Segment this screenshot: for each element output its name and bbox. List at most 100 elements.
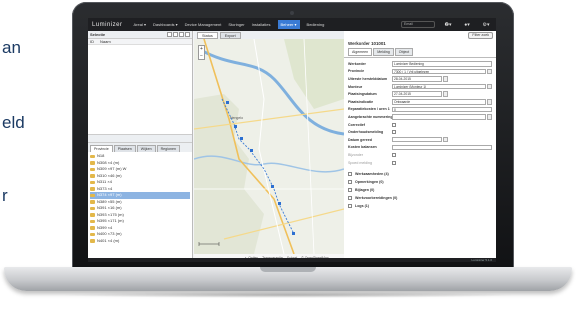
form-row: Monteur Luminizer (Monteur 1)	[348, 83, 492, 91]
column-id[interactable]: ID	[90, 39, 94, 44]
form-checkbox[interactable]	[392, 122, 396, 127]
folder-icon	[90, 180, 95, 184]
form-input[interactable]	[392, 136, 442, 143]
fieldset-label: Werkzaamheden (4)	[355, 172, 389, 177]
nav-areal[interactable]: Areal ▾	[134, 22, 146, 27]
form-input[interactable]: 7300 / 1 / Vrij uitgelezen	[392, 68, 486, 75]
form-input[interactable]: Ontwaarde	[392, 99, 486, 105]
map-marker[interactable]	[240, 137, 243, 140]
workorder-fieldsets: Werkzaamheden (4) Opmerkingen (0) Bijlagen…	[344, 168, 496, 212]
tool-button[interactable]	[179, 32, 184, 37]
form-label: Spoed melding	[348, 160, 372, 165]
laptop-screen: Luminizer Areal ▾ Dashboards ▾ Device Ma…	[88, 18, 496, 262]
region-tabs: Provincie Plaatsen Wijken Regionen	[88, 143, 192, 152]
form-label: Plaatsingsdatum	[348, 92, 377, 97]
map-marker[interactable]	[292, 232, 295, 235]
tab-algemeen[interactable]: Algemeen	[348, 48, 373, 56]
tab-wijken[interactable]: Wijken	[136, 145, 156, 152]
fieldset-toggle[interactable]: Logs (1)	[348, 202, 492, 210]
expand-checkbox[interactable]	[348, 196, 352, 201]
form-row: Plaatsindicatie Ontwaarde	[348, 98, 492, 106]
form-input[interactable]	[392, 144, 492, 151]
selection-pager	[88, 135, 192, 143]
form-label: Datum gereed	[348, 137, 372, 142]
tree-item[interactable]: N401 ×4 (m)	[90, 238, 190, 245]
calendar-icon[interactable]	[443, 76, 448, 82]
map-marker[interactable]	[278, 202, 281, 205]
form-input[interactable]: 27-04-2015	[392, 91, 442, 97]
tree-item-label: N401 ×4 (m)	[97, 237, 120, 243]
map-marker[interactable]	[250, 149, 253, 152]
nav-installaties[interactable]: Installaties	[252, 22, 271, 27]
workorder-tabs: Algemeen Melding Object	[344, 47, 496, 58]
expand-checkbox[interactable]	[348, 180, 352, 185]
tab-provincie[interactable]: Provincie	[90, 145, 113, 152]
calendar-icon[interactable]	[443, 91, 448, 97]
form-input[interactable]: 0	[392, 106, 492, 113]
map-marker[interactable]	[271, 185, 274, 188]
form-label: Monteur	[348, 84, 363, 89]
calendar-icon[interactable]	[443, 136, 448, 143]
expand-checkbox[interactable]	[348, 188, 352, 193]
tab-status[interactable]: Status	[197, 32, 218, 39]
tab-melding[interactable]: Melding	[373, 48, 394, 56]
expand-checkbox[interactable]	[348, 172, 352, 177]
nav-storingen[interactable]: Storinger	[228, 22, 244, 27]
workorder-title: Werkorder 101001	[348, 41, 386, 46]
zoom-in-button[interactable]: +	[199, 46, 204, 53]
settings-gear-icon[interactable]: ⚙▾	[480, 22, 492, 28]
form-checkbox[interactable]	[392, 160, 396, 165]
fieldset-toggle[interactable]: Opmerkingen (0)	[348, 178, 492, 186]
expand-checkbox[interactable]	[348, 204, 352, 209]
fieldset-label: Logs (1)	[355, 204, 369, 209]
folder-icon	[90, 200, 95, 204]
dropdown-icon[interactable]	[487, 114, 492, 120]
fieldset-toggle[interactable]: Bijlagen (0)	[348, 186, 492, 194]
dropdown-icon[interactable]	[487, 99, 492, 105]
folder-icon	[90, 161, 95, 165]
fieldset-label: Opmerkingen (0)	[355, 180, 384, 185]
form-checkbox[interactable]	[392, 130, 396, 135]
tool-button[interactable]	[185, 32, 190, 37]
column-naam[interactable]: Naam	[100, 39, 111, 44]
side-text-2: eld	[2, 113, 25, 132]
dropdown-icon[interactable]	[487, 83, 492, 90]
folder-icon	[90, 213, 95, 217]
tab-regionen[interactable]: Regionen	[156, 145, 180, 152]
form-row: Onderhoudsmelding	[348, 128, 492, 136]
form-row: Werkorder Luminizer Bediening	[348, 60, 492, 68]
tool-button[interactable]	[167, 32, 172, 37]
form-checkbox[interactable]	[392, 152, 396, 157]
tool-button[interactable]	[173, 32, 178, 37]
tab-object[interactable]: Object	[394, 48, 414, 56]
filter-search-button[interactable]: Filter zoek	[468, 32, 493, 39]
nav-device-management[interactable]: Device Management	[185, 22, 222, 27]
fieldset-toggle[interactable]: Werkzaamheden (4)	[348, 170, 492, 178]
map-town-label: Hengelo	[230, 116, 243, 120]
map-marker[interactable]	[234, 125, 237, 128]
nav-dashboards[interactable]: Dashboards ▾	[153, 22, 178, 27]
notifications-icon[interactable]: ❷▾	[442, 22, 454, 28]
form-input[interactable]: 28-04-2015	[392, 76, 442, 82]
user-email-field[interactable]: Email	[401, 21, 435, 28]
form-input[interactable]: Luminizer (Monteur 1)	[392, 83, 486, 90]
selection-title: Selectie	[90, 32, 106, 37]
zoom-out-button[interactable]: −	[199, 53, 204, 60]
fieldset-label: Bijlagen (0)	[355, 188, 375, 193]
map-canvas[interactable]: Hengelo	[194, 39, 344, 254]
user-icon[interactable]: ●▾	[461, 22, 473, 28]
fieldset-toggle[interactable]: Werkvoorbereidingen (0)	[348, 194, 492, 202]
camera-dot	[290, 11, 294, 15]
map-panel: Status Export Hengelo + −	[194, 31, 344, 262]
form-label: Kosten balansen	[348, 145, 377, 150]
nav-beheer[interactable]: Beheer ▾	[277, 20, 300, 29]
form-label: Provincie	[348, 69, 365, 74]
form-row: Provincie 7300 / 1 / Vrij uitgelezen	[348, 68, 492, 76]
tab-export[interactable]: Export	[219, 32, 241, 39]
tab-plaatsen[interactable]: Plaatsen	[113, 145, 136, 152]
form-input[interactable]: Luminizer Bediening	[392, 61, 492, 67]
map-marker[interactable]	[226, 101, 229, 104]
form-input[interactable]	[392, 114, 486, 120]
nav-bediening[interactable]: Bediening	[307, 22, 325, 27]
dropdown-icon[interactable]	[487, 68, 492, 75]
